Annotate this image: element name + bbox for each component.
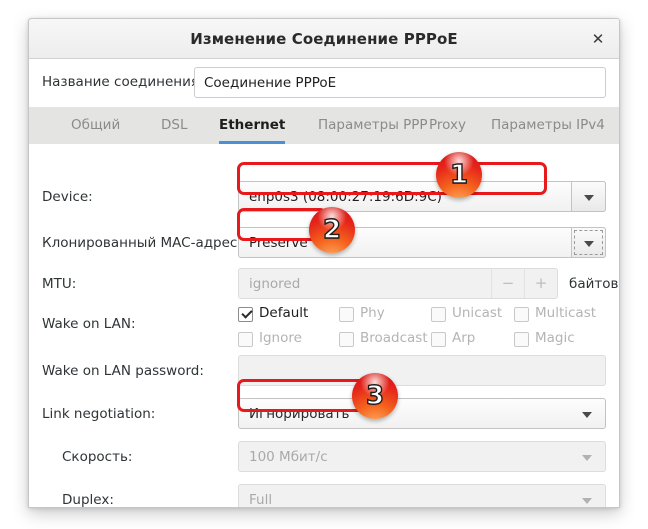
annotation-badge-1-number: 1	[449, 159, 469, 190]
checkbox-box	[514, 307, 529, 322]
mtu-increment-button[interactable]: +	[524, 269, 557, 298]
duplex-label: Duplex:	[62, 492, 114, 508]
duplex-value: Full	[249, 492, 273, 508]
device-label: Device:	[42, 189, 93, 205]
wake-on-lan-label: Wake on LAN:	[42, 316, 136, 332]
annotation-badge-2: 2	[309, 207, 355, 253]
speed-label: Скорость:	[62, 449, 133, 465]
mtu-placeholder: ignored	[249, 276, 301, 292]
tab-parametry-ipv4[interactable]: Параметры IPv4	[491, 107, 605, 144]
chevron-down-icon	[582, 497, 592, 504]
connection-editor-window: Изменение Соединение PPPoE ✕ Название со…	[28, 18, 620, 508]
tab-ethernet[interactable]: Ethernet	[219, 107, 286, 144]
cloned-mac-value: Preserve	[249, 235, 308, 251]
annotation-badge-3-number: 3	[365, 380, 385, 411]
connection-name-input[interactable]	[194, 67, 606, 98]
tab-parametry-ppp[interactable]: Параметры PPP	[318, 107, 428, 144]
check-icon	[241, 307, 253, 319]
link-negotiation-label: Link negotiation:	[42, 406, 156, 422]
chevron-down-icon	[582, 454, 592, 461]
link-negotiation-value: Игнорировать	[249, 406, 350, 422]
checkbox-box	[339, 332, 354, 347]
speed-combo[interactable]: 100 Мбит/с	[238, 441, 606, 472]
connection-name-label: Название соединения:	[42, 74, 204, 90]
checkbox-label: Default	[259, 305, 309, 321]
tab-obshchiy[interactable]: Общий	[71, 107, 120, 144]
checkbox-label: Ignore	[259, 330, 302, 346]
checkbox-box	[238, 307, 253, 322]
wol-password-input[interactable]	[238, 355, 606, 386]
tab-bar: Общий DSL Ethernet Параметры PPP Proxy П…	[29, 107, 619, 145]
ethernet-settings-form: Device: enp0s3 (08:00:27:19:6D:9C) Клони…	[29, 144, 619, 507]
annotation-badge-2-number: 2	[322, 214, 342, 245]
tab-dsl[interactable]: DSL	[161, 107, 188, 144]
mtu-label: MTU:	[42, 276, 77, 292]
duplex-combo[interactable]: Full	[238, 484, 606, 508]
checkbox-box	[339, 307, 354, 322]
checkbox-label: Multicast	[535, 305, 597, 321]
speed-value: 100 Мбит/с	[249, 449, 328, 465]
annotation-badge-1: 1	[436, 152, 482, 198]
mtu-decrement-button[interactable]: −	[491, 269, 524, 298]
mtu-spinner[interactable]: ignored − +	[238, 268, 558, 299]
mtu-stepper: − +	[491, 269, 557, 298]
checkbox-label: Phy	[360, 305, 385, 321]
checkbox-label: Arp	[452, 330, 476, 346]
checkbox-box	[514, 332, 529, 347]
checkbox-label: Broadcast	[360, 330, 428, 346]
link-negotiation-combo[interactable]: Игнорировать	[238, 398, 606, 429]
cloned-mac-combo-arrow-button[interactable]	[571, 227, 606, 258]
screenshot-canvas: Изменение Соединение PPPoE ✕ Название со…	[0, 0, 648, 529]
cloned-mac-combo[interactable]: Preserve	[238, 227, 606, 258]
chevron-down-icon	[582, 411, 592, 418]
chevron-down-icon	[583, 240, 594, 247]
checkbox-label: Magic	[535, 330, 575, 346]
checkbox-label: Unicast	[452, 305, 503, 321]
tab-proxy[interactable]: Proxy	[429, 107, 466, 144]
close-icon[interactable]: ✕	[587, 28, 609, 50]
window-title: Изменение Соединение PPPoE	[190, 30, 458, 48]
checkbox-box	[431, 332, 446, 347]
chevron-down-icon	[583, 194, 594, 201]
wol-password-label: Wake on LAN password:	[42, 363, 204, 379]
annotation-badge-3: 3	[352, 373, 398, 419]
connection-name-row: Название соединения:	[29, 60, 619, 107]
title-bar: Изменение Соединение PPPoE ✕	[29, 19, 619, 59]
checkbox-box	[431, 307, 446, 322]
cloned-mac-label: Клонированный MAC-адрес:	[42, 235, 242, 251]
device-combo-arrow-button[interactable]	[571, 181, 606, 212]
checkbox-box	[238, 332, 253, 347]
mtu-unit-label: байтов	[569, 276, 619, 292]
device-combo[interactable]: enp0s3 (08:00:27:19:6D:9C)	[238, 181, 606, 212]
